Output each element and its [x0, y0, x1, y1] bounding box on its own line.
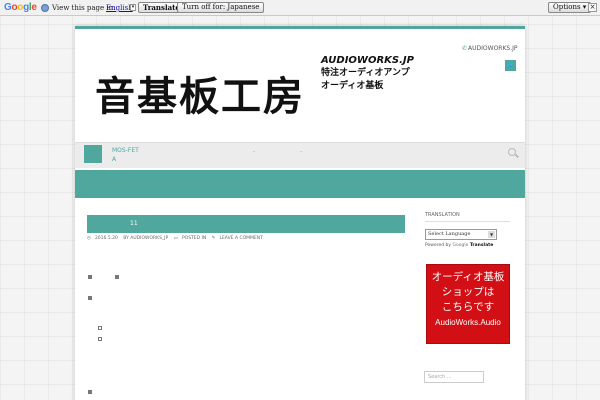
tagline-line-1: 特注オーディオアンプ [321, 68, 410, 78]
content-bullet [88, 275, 92, 279]
language-dropdown-icon[interactable]: ▾ [130, 4, 136, 11]
site-logo[interactable]: 音基板工房 [95, 64, 305, 122]
clock-icon: ◷ [87, 236, 91, 241]
contact-link[interactable]: ✆AUDIOWORKS.JP [462, 45, 518, 52]
language-link[interactable]: English [106, 4, 133, 12]
options-button[interactable]: Options ▾ [548, 2, 592, 13]
nav-separator: - - [253, 149, 325, 155]
top-accent-bar [75, 26, 525, 29]
site-card: 音基板工房 AUDIOWORKS.JP 特注オーディオアンプ オーディオ基板 ✆… [75, 26, 525, 400]
content-bullet [88, 390, 92, 394]
post-category: POSTED IN [181, 236, 207, 241]
chevron-down-icon: ▼ [488, 231, 495, 238]
post-title[interactable]: 11 [87, 215, 405, 233]
logo-en-text: AUDIOWORKS.JP [321, 55, 414, 66]
post-meta: ◷ 2016.5.20 BY AUDIOWORKS_JP ▭ POSTED IN ✎… [87, 236, 267, 241]
comment-icon: ✎ [211, 236, 216, 241]
powered-by-google: Powered by Google Translate [425, 243, 494, 248]
translation-widget-title: TRANSLATION [425, 212, 510, 222]
nav-item-mosfet[interactable]: MOS-FET A [112, 146, 139, 164]
phone-icon: ✆ [462, 45, 468, 52]
tagline-line-2: オーディオ基板 [321, 81, 384, 91]
content-subbullet [98, 337, 102, 341]
post-date: 2016.5.20 [94, 236, 118, 241]
shop-banner[interactable]: オーディオ基板 ショップは こちらです AudioWorks.Audio [426, 264, 510, 344]
content-subbullet [98, 326, 102, 330]
globe-icon [41, 4, 49, 12]
leave-comment-link[interactable]: LEAVE A COMMENT [219, 236, 262, 241]
nav-home-button[interactable] [84, 145, 102, 163]
logo-tagline: AUDIOWORKS.JP 特注オーディオアンプ オーディオ基板 [321, 54, 414, 93]
main-nav: MOS-FET A - - [75, 142, 525, 168]
turn-off-button[interactable]: Turn off for: Japanese [177, 2, 265, 13]
close-icon[interactable]: × [588, 3, 597, 12]
twitter-icon[interactable]: 🐦 [505, 60, 516, 71]
content-bullet [88, 296, 92, 300]
sidebar-search-input[interactable]: Search ... [424, 371, 484, 383]
teal-band [75, 170, 525, 198]
content-bullet [115, 275, 119, 279]
search-icon[interactable] [508, 148, 516, 156]
google-logo: Google [4, 2, 37, 13]
post-author[interactable]: BY AUDIOWORKS_JP [123, 236, 168, 241]
language-select[interactable]: Select Language ▼ [425, 229, 497, 240]
folder-icon: ▭ [173, 236, 178, 241]
google-translate-bar: Google View this page in: English ▾ Tran… [0, 0, 600, 16]
